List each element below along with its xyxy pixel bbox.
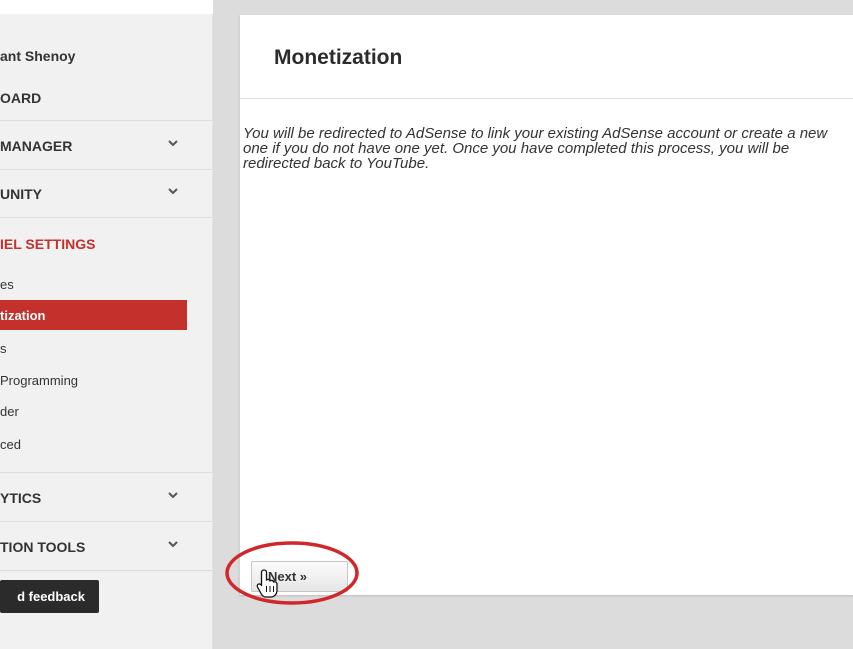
sidebar-item-video-manager[interactable]: MANAGER xyxy=(0,122,212,168)
user-name[interactable]: ant Shenoy xyxy=(0,48,75,64)
chevron-down-icon xyxy=(168,492,178,499)
sidebar-divider xyxy=(0,521,212,522)
sidebar-subitem-defaults[interactable]: s xyxy=(0,341,7,356)
sidebar-item-label: UNITY xyxy=(0,186,42,202)
monetization-panel: Monetization You will be redirected to A… xyxy=(239,15,853,595)
sidebar-item-analytics[interactable]: YTICS xyxy=(0,474,212,520)
sidebar-divider xyxy=(0,570,212,571)
sidebar-item-channel-settings[interactable]: IEL SETTINGS xyxy=(0,236,95,252)
description-text: You will be redirected to AdSense to lin… xyxy=(243,125,828,172)
sidebar-item-dashboard[interactable]: OARD xyxy=(0,90,41,106)
title-divider xyxy=(240,98,853,99)
chevron-down-icon xyxy=(168,541,178,548)
sidebar-subitem-monetization[interactable]: tization xyxy=(0,300,187,330)
page-title: Monetization xyxy=(274,46,403,69)
sidebar: ant Shenoy OARD MANAGER UNITY IEL SETTIN… xyxy=(0,14,213,649)
sidebar-subitem-uploader[interactable]: der xyxy=(0,404,19,419)
sidebar-divider xyxy=(0,217,212,218)
sidebar-item-creation-tools[interactable]: TION TOOLS xyxy=(0,523,212,569)
sidebar-subitem-advanced[interactable]: ced xyxy=(0,437,21,452)
sidebar-divider xyxy=(0,472,212,473)
send-feedback-button[interactable]: d feedback xyxy=(0,580,99,613)
chevron-down-icon xyxy=(168,140,178,147)
sidebar-subitem-features[interactable]: es xyxy=(0,277,14,292)
next-button[interactable]: Next » xyxy=(251,561,348,592)
sidebar-item-label: TION TOOLS xyxy=(0,539,86,555)
sidebar-item-label: YTICS xyxy=(0,490,42,506)
sidebar-item-community[interactable]: UNITY xyxy=(0,170,212,216)
sidebar-item-label: MANAGER xyxy=(0,138,73,154)
chevron-down-icon xyxy=(168,188,178,195)
sidebar-subitem-label: tization xyxy=(0,308,46,323)
sidebar-divider xyxy=(0,120,212,121)
sidebar-subitem-in-video-programming[interactable]: Programming xyxy=(0,373,78,388)
